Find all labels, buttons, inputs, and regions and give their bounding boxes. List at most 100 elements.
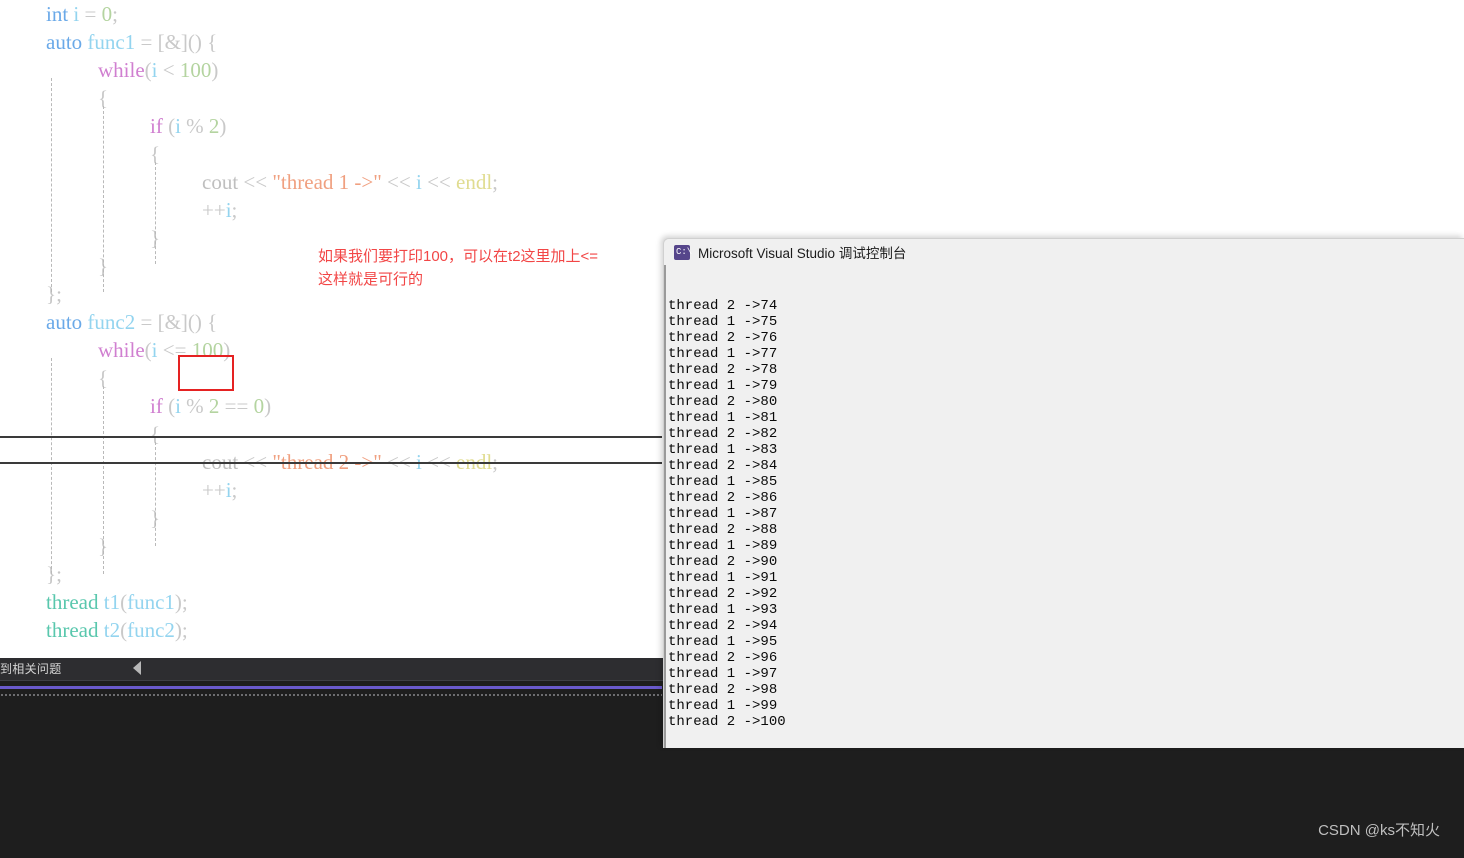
code-token: ;: [492, 170, 499, 194]
code-token: 100: [179, 58, 212, 82]
code-editor[interactable]: int i = 0; auto func1 = [&]() {while(i < …: [0, 0, 662, 658]
code-line: ++i;: [0, 476, 498, 504]
collapse-left-arrow-icon[interactable]: [133, 661, 141, 675]
code-line: };: [0, 560, 498, 588]
console-line: thread 2 ->78: [668, 362, 778, 378]
code-token: while: [98, 338, 145, 362]
code-line: cout << "thread 1 ->" << i << endl;: [0, 168, 498, 196]
error-list-label: 到相关问题: [0, 662, 62, 676]
code-token: func1: [127, 590, 175, 614]
console-line-list: thread 2 ->74 thread 1 ->75 thread 2 ->76 t…: [668, 298, 1464, 730]
code-token: t2: [103, 618, 121, 642]
code-token: <: [157, 58, 180, 82]
code-line: if (i % 2): [0, 112, 498, 140]
indent-guide: [155, 162, 156, 264]
console-line: thread 1 ->77: [668, 346, 778, 362]
code-token: if: [150, 114, 163, 138]
code-token: %: [180, 114, 209, 138]
code-token: [&]() {: [157, 30, 218, 54]
code-token: ): [264, 394, 272, 418]
code-token: =: [79, 2, 102, 26]
code-text: int i = 0; auto func1 = [&]() {while(i < …: [0, 0, 498, 644]
code-token: t1: [103, 590, 121, 614]
code-token: =: [135, 310, 158, 334]
panel-drag-handle[interactable]: [0, 693, 662, 697]
console-line: thread 2 ->96: [668, 650, 778, 666]
console-line: thread 1 ->89: [668, 538, 778, 554]
code-token: };: [46, 282, 62, 306]
code-line: if (i % 2 == 0): [0, 392, 498, 420]
console-line: thread 2 ->92: [668, 586, 778, 602]
console-line: thread 1 ->97: [668, 666, 778, 682]
code-token: cout: [202, 170, 239, 194]
console-line: thread 2 ->74: [668, 298, 778, 314]
watermark: CSDN @ks不知火: [1318, 822, 1440, 839]
code-line: {: [0, 84, 498, 112]
code-token: ): [211, 58, 219, 82]
code-line: ++i;: [0, 196, 498, 224]
output-panel-toolbar: 成: [0, 705, 662, 743]
code-token: while: [98, 58, 145, 82]
code-token: 2: [208, 114, 220, 138]
code-token: ;: [112, 2, 118, 26]
code-line: int i = 0;: [0, 0, 498, 28]
console-line: thread 1 ->95: [668, 634, 778, 650]
code-token: endl: [456, 170, 493, 194]
console-title-text: Microsoft Visual Studio 调试控制台: [698, 246, 907, 261]
code-token: func2: [127, 618, 175, 642]
code-token: <<: [381, 170, 416, 194]
console-line: thread 1 ->75: [668, 314, 778, 330]
code-token: 2: [208, 394, 220, 418]
code-token: ++: [202, 198, 226, 222]
code-token: ;: [231, 478, 238, 502]
code-token: ): [219, 114, 227, 138]
screenshot-root: 到相关问题 成: [0, 0, 1464, 858]
code-token: <<: [238, 170, 273, 194]
code-line: while(i < 100): [0, 56, 498, 84]
editor-split-rule: [0, 462, 662, 464]
code-line: }: [0, 532, 498, 560]
console-line: thread 2 ->100: [668, 714, 786, 730]
console-line: thread 2 ->98: [668, 682, 778, 698]
code-token: );: [174, 618, 188, 642]
code-line: {: [0, 140, 498, 168]
code-token: [&]() {: [157, 310, 218, 334]
console-app-icon: C:\: [674, 244, 693, 260]
code-token: ==: [219, 394, 254, 418]
code-token: (: [144, 338, 152, 362]
annotation-text: 如果我们要打印100，可以在t2这里加上<= 这样就是可行的: [318, 248, 599, 288]
console-icon-label: C:\: [676, 246, 693, 257]
code-token: %: [180, 394, 209, 418]
active-tab-accent: [0, 686, 662, 689]
console-line: thread 1 ->99: [668, 698, 778, 714]
code-token: int: [46, 2, 69, 26]
console-line: thread 1 ->79: [668, 378, 778, 394]
code-token: <<: [421, 170, 457, 194]
console-line: thread 2 ->84: [668, 458, 778, 474]
code-token: ;: [231, 198, 238, 222]
code-line: }: [0, 504, 498, 532]
console-line: thread 1 ->91: [668, 570, 778, 586]
console-window[interactable]: C:\ Microsoft Visual Studio 调试控制台 thread…: [663, 238, 1464, 748]
console-line: thread 2 ->94: [668, 618, 778, 634]
code-token: (: [162, 394, 176, 418]
console-line: thread 1 ->85: [668, 474, 778, 490]
console-output[interactable]: thread 2 ->74 thread 1 ->75 thread 2 ->76 t…: [664, 265, 1464, 748]
indent-guide: [155, 442, 156, 546]
code-line: thread t1(func1);: [0, 588, 498, 616]
console-title-bar[interactable]: C:\ Microsoft Visual Studio 调试控制台: [664, 239, 1464, 265]
console-line: thread 2 ->80: [668, 394, 778, 410]
indent-guide: [51, 78, 52, 292]
editor-split-rule: [0, 436, 662, 438]
code-token: thread: [46, 590, 99, 614]
code-token: );: [174, 590, 188, 614]
code-token: =: [135, 30, 158, 54]
code-token: 0: [101, 2, 113, 26]
code-line: thread t2(func2);: [0, 616, 498, 644]
console-line: thread 2 ->86: [668, 490, 778, 506]
console-line: thread 2 ->82: [668, 426, 778, 442]
indent-guide: [51, 358, 52, 574]
console-line: thread 2 ->90: [668, 554, 778, 570]
code-token: func2: [87, 310, 136, 334]
code-token: ++: [202, 478, 226, 502]
